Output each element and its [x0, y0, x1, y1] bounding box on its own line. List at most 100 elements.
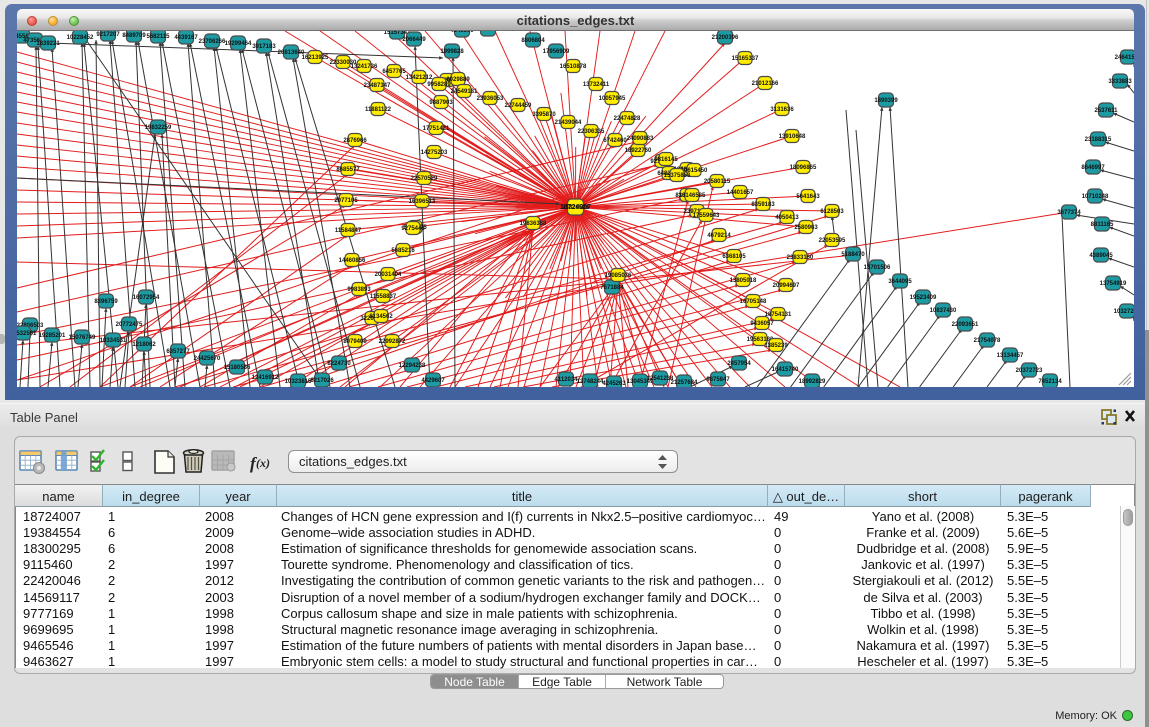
svg-text:4389045: 4389045: [1089, 253, 1113, 259]
svg-text:17559643: 17559643: [693, 213, 720, 219]
svg-text:13910648: 13910648: [779, 134, 806, 140]
svg-text:8134562: 8134562: [369, 314, 393, 320]
svg-text:21012166: 21012166: [752, 81, 779, 87]
svg-text:9958289: 9958289: [427, 82, 451, 88]
svg-text:2876966: 2876966: [343, 138, 367, 144]
svg-text:19836388: 19836388: [520, 221, 547, 227]
svg-text:6357277: 6357277: [166, 349, 190, 355]
svg-text:24425670: 24425670: [194, 356, 221, 362]
svg-text:13748244: 13748244: [577, 379, 604, 385]
svg-text:1890399: 1890399: [874, 98, 898, 104]
svg-text:3395870: 3395870: [532, 112, 556, 118]
svg-text:10228452: 10228452: [67, 35, 94, 41]
svg-text:(x): (x): [256, 456, 270, 470]
svg-text:19523409: 19523409: [910, 295, 937, 301]
svg-text:9983893: 9983893: [347, 287, 371, 293]
svg-text:3131636: 3131636: [770, 107, 794, 113]
svg-text:15375853: 15375853: [664, 173, 691, 179]
svg-text:3333883: 3333883: [1108, 79, 1132, 85]
svg-text:5641643: 5641643: [796, 194, 820, 200]
svg-text:8079409: 8079409: [343, 339, 367, 345]
svg-text:17956909: 17956909: [543, 49, 570, 55]
svg-text:8811165: 8811165: [1091, 222, 1114, 228]
svg-text:22744459: 22744459: [505, 103, 532, 109]
svg-text:18724007: 18724007: [560, 204, 591, 211]
svg-text:14275203: 14275203: [421, 150, 448, 156]
svg-text:6368105: 6368105: [722, 254, 746, 260]
svg-text:8359183: 8359183: [751, 202, 775, 208]
svg-text:17751421: 17751421: [423, 126, 450, 132]
svg-text:4429607: 4429607: [421, 378, 445, 384]
svg-text:18754131: 18754131: [765, 312, 792, 318]
svg-text:10327246: 10327246: [1114, 309, 1134, 315]
svg-text:4439167: 4439167: [174, 35, 198, 41]
svg-text:1999828: 1999828: [440, 49, 464, 55]
svg-text:18922760: 18922760: [625, 148, 652, 154]
svg-text:19832259: 19832259: [145, 125, 172, 131]
svg-text:8224730: 8224730: [327, 361, 351, 367]
svg-text:8646997: 8646997: [1081, 165, 1105, 171]
svg-text:11881122: 11881122: [365, 107, 392, 113]
svg-text:21439044: 21439044: [555, 120, 582, 126]
svg-text:3644095: 3644095: [888, 279, 912, 285]
svg-text:20994697: 20994697: [773, 283, 800, 289]
svg-text:13421212: 13421212: [406, 75, 433, 81]
svg-text:22053595: 22053595: [819, 238, 846, 244]
svg-text:9436057: 9436057: [750, 321, 774, 327]
svg-text:10710248: 10710248: [1082, 194, 1109, 200]
svg-text:2580963: 2580963: [794, 225, 818, 231]
svg-text:22992872: 22992872: [379, 339, 406, 345]
svg-text:9887903: 9887903: [429, 100, 453, 106]
svg-text:8489709: 8489709: [122, 33, 146, 39]
svg-text:19285201: 19285201: [39, 333, 66, 339]
svg-text:2077105: 2077105: [334, 198, 358, 204]
svg-text:22306335: 22306335: [578, 129, 605, 135]
svg-text:2537611: 2537611: [1094, 108, 1118, 114]
svg-text:1385239: 1385239: [764, 343, 788, 349]
svg-text:10334531: 10334531: [100, 338, 127, 344]
svg-text:23833160: 23833160: [787, 255, 814, 261]
svg-text:3917183: 3917183: [252, 44, 276, 50]
svg-text:12294238: 12294238: [399, 363, 426, 369]
svg-text:4143890: 4143890: [450, 31, 474, 34]
svg-text:6457765: 6457765: [382, 69, 406, 75]
svg-text:9217207: 9217207: [96, 32, 120, 38]
svg-text:3677374: 3677374: [1057, 210, 1081, 216]
svg-text:13805018: 13805018: [730, 278, 757, 284]
svg-text:16396513: 16396513: [409, 199, 436, 205]
svg-text:20772475: 20772475: [116, 322, 143, 328]
svg-text:13701506: 13701506: [864, 265, 891, 271]
svg-text:15076749: 15076749: [69, 335, 96, 341]
svg-text:20031404: 20031404: [375, 272, 402, 278]
svg-text:2457954: 2457954: [727, 361, 751, 367]
svg-text:4112034: 4112034: [554, 377, 578, 383]
svg-text:13241736: 13241736: [351, 64, 378, 70]
svg-text:1218062: 1218062: [132, 342, 156, 348]
svg-text:23706266: 23706266: [199, 39, 226, 45]
svg-text:10057945: 10057945: [599, 96, 626, 102]
svg-text:8806804: 8806804: [521, 38, 545, 44]
svg-text:13732411: 13732411: [583, 82, 610, 88]
svg-text:9275445: 9275445: [401, 226, 425, 232]
svg-text:24090883: 24090883: [627, 136, 654, 142]
svg-text:6742460: 6742460: [603, 138, 627, 144]
svg-text:15165337: 15165337: [732, 56, 759, 62]
svg-text:16705148: 16705148: [740, 299, 767, 305]
svg-text:22570529: 22570529: [411, 176, 438, 182]
svg-text:20580115: 20580115: [704, 179, 731, 185]
svg-text:16213925: 16213925: [302, 55, 329, 61]
svg-text:5685216: 5685216: [391, 248, 415, 254]
svg-text:14401657: 14401657: [727, 190, 754, 196]
svg-text:24549181: 24549181: [451, 89, 478, 95]
svg-text:22093651: 22093651: [952, 322, 979, 328]
svg-text:23188315: 23188315: [1085, 137, 1112, 143]
svg-text:16072954: 16072954: [133, 295, 160, 301]
svg-text:13146585: 13146585: [679, 193, 706, 199]
svg-text:6128503: 6128503: [820, 209, 844, 215]
svg-text:22474828: 22474828: [614, 116, 641, 122]
svg-text:18096865: 18096865: [790, 165, 817, 171]
svg-text:9816145: 9816145: [654, 157, 678, 163]
svg-text:8685577: 8685577: [336, 167, 360, 173]
svg-text:23487347: 23487347: [364, 83, 391, 89]
svg-text:5682115: 5682115: [146, 34, 170, 40]
